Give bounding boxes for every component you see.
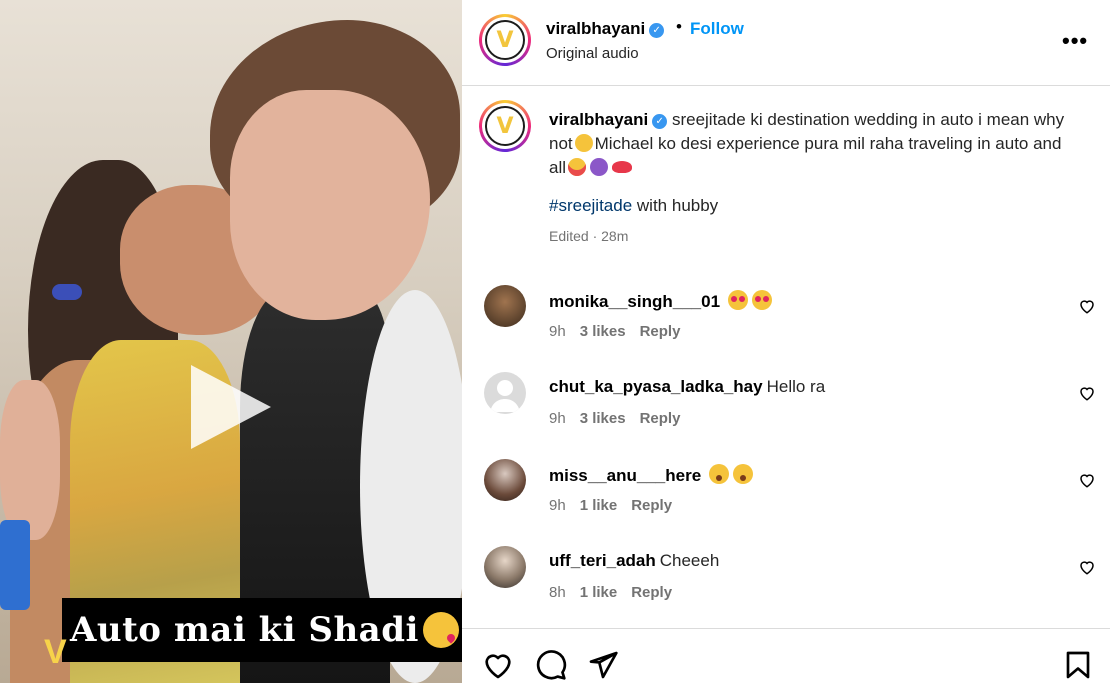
commenter-avatar[interactable] — [484, 546, 526, 588]
devil-emoji-icon — [590, 158, 609, 176]
like-comment-heart-icon[interactable] — [1078, 297, 1096, 315]
reply-button[interactable]: Reply — [640, 323, 681, 340]
verified-badge-icon: ✓ — [649, 23, 665, 38]
commenter-username[interactable]: miss__anu___here — [549, 466, 701, 485]
comment-likes[interactable]: 3 likes — [580, 323, 626, 340]
save-bookmark-icon[interactable] — [1062, 649, 1094, 681]
video-caption-text: Auto mai ki Shadi — [70, 610, 419, 650]
post-header: V viralbhayani ✓ • Follow Original audio … — [462, 0, 1110, 86]
comment-time: 9h — [549, 497, 566, 514]
comment-meta: 9h 3 likes Reply — [549, 410, 694, 427]
reply-button[interactable]: Reply — [631, 584, 672, 601]
commenter-username[interactable]: uff_teri_adah — [549, 551, 656, 570]
heart-eyes-emoji-icon — [728, 290, 749, 310]
post-action-bar — [462, 628, 1110, 683]
blowing-kiss-emoji-icon — [422, 612, 459, 648]
hashtag-suffix: with hubby — [636, 196, 719, 215]
caption-meta: Edited · 28m — [549, 228, 629, 244]
comment-item: monika__singh___01 9h 3 likes Reply — [462, 285, 1110, 365]
verified-badge-icon: ✓ — [652, 114, 668, 129]
commenter-avatar[interactable] — [484, 459, 526, 501]
video-player[interactable]: Auto mai ki Shadi V — [0, 0, 462, 683]
like-comment-heart-icon[interactable] — [1078, 471, 1096, 489]
reply-button[interactable]: Reply — [640, 410, 681, 427]
like-comment-heart-icon[interactable] — [1078, 558, 1096, 576]
comment-likes[interactable]: 1 like — [580, 584, 618, 601]
like-heart-icon[interactable] — [482, 649, 514, 681]
commenter-avatar[interactable] — [484, 285, 526, 327]
video-caption-overlay: Auto mai ki Shadi — [62, 598, 462, 662]
author-avatar[interactable]: V — [479, 14, 531, 66]
comment-time: 9h — [549, 410, 566, 427]
reply-button[interactable]: Reply — [631, 497, 672, 514]
commenter-avatar[interactable] — [484, 372, 526, 414]
commenter-username[interactable]: monika__singh___01 — [549, 292, 720, 311]
default-user-icon — [490, 380, 520, 412]
caption-username[interactable]: viralbhayani — [549, 110, 648, 129]
smile-emoji-icon — [574, 134, 593, 152]
watermark-logo-icon: V — [44, 633, 67, 671]
comment-meta: 9h 1 like Reply — [549, 497, 686, 514]
author-username[interactable]: viralbhayani ✓ — [546, 19, 665, 39]
separator-dot: • — [676, 17, 682, 36]
comment-meta: 8h 1 like Reply — [549, 584, 686, 601]
comment-time: 8h — [549, 584, 566, 601]
comment-likes[interactable]: 1 like — [580, 497, 618, 514]
comment-item: chut_ka_pyasa_ladka_hay Hello ra 9h 3 like… — [462, 372, 1110, 452]
heart-eyes-emoji-icon — [752, 290, 773, 310]
follow-button[interactable]: Follow — [690, 19, 744, 39]
comment-meta: 9h 3 likes Reply — [549, 323, 694, 340]
post-side-panel: V viralbhayani ✓ • Follow Original audio … — [462, 0, 1110, 683]
comment-text: Hello ra — [766, 377, 826, 396]
audio-link[interactable]: Original audio — [546, 45, 639, 62]
hot-face-emoji-icon — [568, 158, 587, 176]
astonished-emoji-icon — [709, 464, 730, 484]
comment-text: Cheeeh — [659, 551, 720, 570]
like-comment-heart-icon[interactable] — [1078, 384, 1096, 402]
lips-emoji-icon — [612, 161, 633, 173]
comment-time: 9h — [549, 323, 566, 340]
comment-item: uff_teri_adah Cheeeh 8h 1 like Reply — [462, 546, 1110, 626]
play-icon[interactable] — [191, 365, 271, 449]
more-options-icon[interactable]: ••• — [1062, 28, 1092, 53]
comment-bubble-icon[interactable] — [535, 649, 567, 681]
hashtag-link[interactable]: #sreejitade — [549, 196, 632, 215]
post-viewer: Auto mai ki Shadi V V viralbhayani ✓ • Fo… — [0, 0, 1110, 683]
caption-author-avatar[interactable]: V — [479, 100, 531, 152]
astonished-emoji-icon — [733, 464, 754, 484]
comment-likes[interactable]: 3 likes — [580, 410, 626, 427]
post-caption: viralbhayani ✓ sreejitade ki destination … — [549, 108, 1079, 248]
comment-item: miss__anu___here 9h 1 like Reply — [462, 459, 1110, 539]
share-send-icon[interactable] — [587, 649, 619, 681]
commenter-username[interactable]: chut_ka_pyasa_ladka_hay — [549, 377, 763, 396]
